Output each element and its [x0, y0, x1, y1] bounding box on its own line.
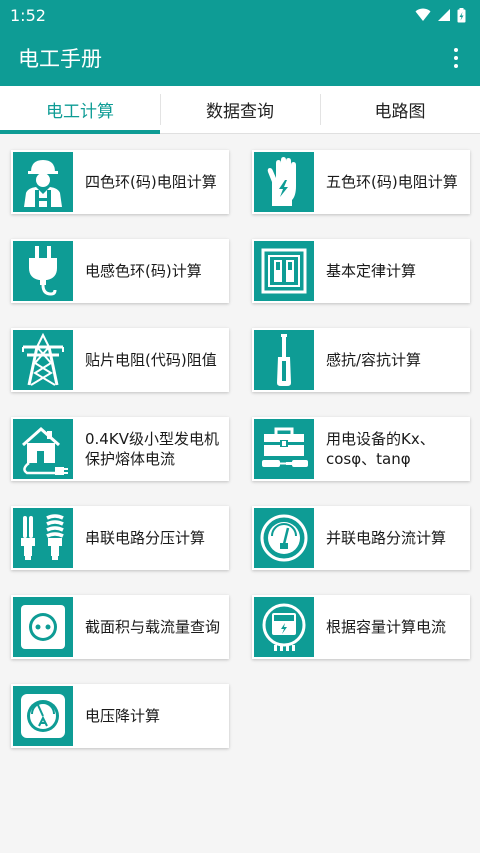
tab-bar: 电工计算 数据查询 电路图: [0, 86, 480, 134]
card-basic-laws[interactable]: 基本定律计算: [252, 239, 470, 303]
card-label: 电压降计算: [85, 707, 161, 725]
house-plug-icon: [13, 419, 73, 479]
card-label: 基本定律计算: [326, 262, 417, 280]
card-label: 贴片电阻(代码)阻值: [85, 351, 217, 369]
card-label: 根据容量计算电流: [326, 618, 447, 636]
card-smd-resistor-code[interactable]: 贴片电阻(代码)阻值: [11, 328, 229, 392]
card-reactance-calc[interactable]: 感抗/容抗计算: [252, 328, 470, 392]
card-generator-fuse[interactable]: 0.4KV级小型发电机保护熔体电流: [11, 417, 229, 481]
card-cross-section-ampacity[interactable]: 截面积与载流量查询: [11, 595, 229, 659]
wifi-icon: [415, 8, 431, 21]
insulated-glove-icon: [254, 152, 314, 212]
card-voltage-drop[interactable]: 电压降计算: [11, 684, 229, 748]
tab-electrical-calc[interactable]: 电工计算: [0, 86, 160, 134]
toolbox-icon: [254, 419, 314, 479]
card-label: 0.4KV级小型发电机保护熔体电流: [85, 430, 219, 468]
card-five-band-resistor[interactable]: 五色环(码)电阻计算: [252, 150, 470, 214]
card-parallel-current-divider[interactable]: 并联电路分流计算: [252, 506, 470, 570]
electric-meter-icon: [254, 597, 314, 657]
switch-panel-icon: [254, 241, 314, 301]
meter-dial-icon: [254, 508, 314, 568]
status-icons: [415, 7, 466, 23]
card-label: 感抗/容抗计算: [326, 351, 422, 369]
card-label: 串联电路分压计算: [85, 529, 206, 547]
socket-icon: [13, 597, 73, 657]
tab-circuit-diagram[interactable]: 电路图: [320, 86, 480, 133]
card-current-from-capacity[interactable]: 根据容量计算电流: [252, 595, 470, 659]
bulbs-icon: [13, 508, 73, 568]
battery-icon: [457, 7, 466, 22]
card-series-voltage-divider[interactable]: 串联电路分压计算: [11, 506, 229, 570]
tab-data-query[interactable]: 数据查询: [160, 86, 320, 133]
screwdriver-icon: [254, 330, 314, 390]
card-label: 五色环(码)电阻计算: [326, 173, 458, 191]
card-four-band-resistor[interactable]: 四色环(码)电阻计算: [11, 150, 229, 214]
power-tower-icon: [13, 330, 73, 390]
app-title: 电工手册: [18, 47, 102, 71]
ammeter-icon: [13, 686, 73, 746]
overflow-menu-icon[interactable]: [446, 44, 466, 72]
card-label: 用电设备的Kx、cosφ、tanφ: [326, 430, 435, 468]
worker-icon: [13, 152, 73, 212]
card-load-factor[interactable]: 用电设备的Kx、cosφ、tanφ: [252, 417, 470, 481]
plug-icon: [13, 241, 73, 301]
app-bar: 电工手册: [0, 30, 480, 86]
card-label: 并联电路分流计算: [326, 529, 447, 547]
status-time: 1:52: [10, 5, 46, 25]
card-label: 电感色环(码)计算: [85, 262, 202, 280]
card-label: 截面积与载流量查询: [85, 618, 221, 636]
card-inductor-color-code[interactable]: 电感色环(码)计算: [11, 239, 229, 303]
card-label: 四色环(码)电阻计算: [85, 173, 217, 191]
signal-icon: [438, 9, 450, 21]
status-bar: 1:52: [0, 0, 480, 30]
